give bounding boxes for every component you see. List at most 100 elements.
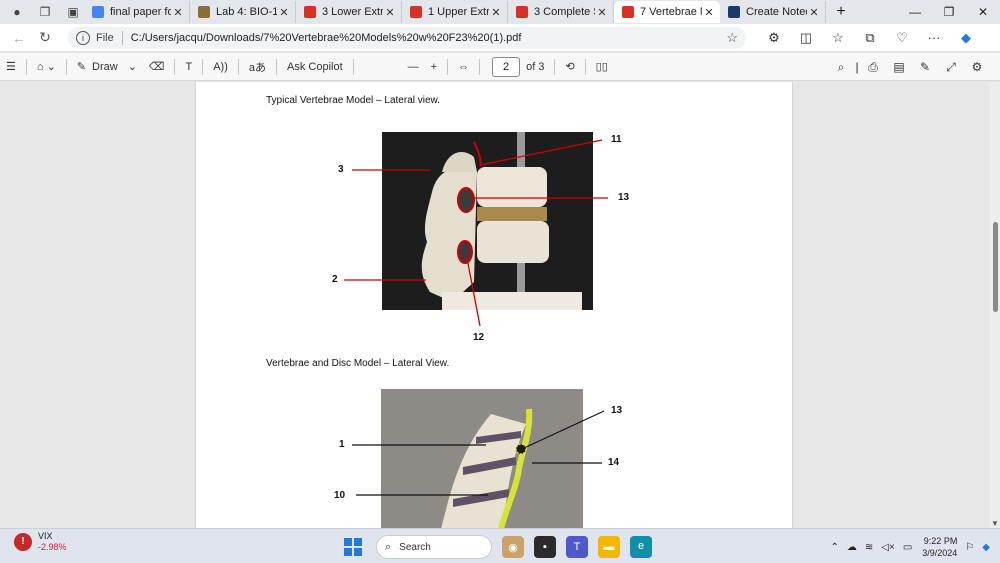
widgets-app-icon[interactable]: ◉ [502,536,524,558]
close-tab-icon[interactable]: ✕ [702,6,716,19]
figure1-label-12: 12 [473,332,485,343]
pdf-page: Typical Vertebrae Model – Lateral view. [195,82,793,528]
eraser-icon[interactable]: ⌫ [143,60,171,73]
leader-line-12 [465,252,481,327]
figure2-label-10: 10 [334,490,346,501]
print-icon[interactable]: ⎙ [860,60,886,75]
settings-icon[interactable]: ⚙ [964,60,990,74]
highlight-icon[interactable]: ⌂ ⌄ [31,60,62,73]
favorite-star-icon[interactable]: ☆ [726,30,738,46]
divider [174,58,176,75]
browser-tab[interactable]: final paper for ✕ [84,1,190,23]
minimize-icon[interactable]: — [898,0,932,24]
close-tab-icon[interactable]: ✕ [171,6,185,19]
extensions-icon[interactable]: ⚙ [758,30,790,46]
new-tab-button[interactable]: + [830,3,852,21]
back-icon[interactable]: ← [6,30,32,46]
divider [352,58,354,75]
tab-actions-icon[interactable]: ▣ [62,1,84,23]
workspaces-icon[interactable]: ❐ [34,1,56,23]
refresh-icon[interactable]: ↻ [32,29,58,46]
close-tab-icon[interactable]: ✕ [595,6,609,19]
close-tab-icon[interactable]: ✕ [489,6,503,19]
copilot-icon[interactable]: ◆ [950,30,982,46]
browser-tab[interactable]: Create Notecar✕ [720,1,826,23]
start-button[interactable] [344,538,362,556]
clock[interactable]: 9:22 PM 3/9/2024 [922,535,957,559]
stock-widget[interactable]: ! VIX -2.98% [14,531,67,553]
tab-label: final paper for [110,6,171,18]
page-number-input[interactable]: 2 [492,56,521,77]
vix-change: -2.98% [38,542,67,552]
close-tab-icon[interactable]: ✕ [807,6,821,19]
fullscreen-icon[interactable]: ⤢ [938,60,964,75]
volume-icon[interactable]: ◁× [881,542,895,553]
browser-tab[interactable]: 7 Vertebrae Mo✕ [614,1,720,23]
divider [554,58,556,75]
copilot-taskbar-icon[interactable]: ◆ [982,542,990,553]
vix-title: VIX [38,531,53,541]
find-icon[interactable]: ⌕ [828,60,854,75]
tab-label: Lab 4: BIO-167 [216,6,277,18]
save-icon[interactable]: ▤ [886,60,912,74]
close-tab-icon[interactable]: ✕ [277,6,291,19]
page-view-icon[interactable]: ▯▯ [590,60,614,73]
browser-tab[interactable]: 3 Lower Extrem✕ [296,1,402,23]
browser-essentials-icon[interactable]: ♡ [886,30,918,46]
pen-icon: ✎ [76,61,87,73]
divider [447,58,449,75]
browser-tab[interactable]: 1 Upper Extrem✕ [402,1,508,23]
wifi-icon[interactable]: ≋ [865,542,873,553]
divider [65,58,67,75]
onedrive-icon[interactable]: ☁ [847,542,857,553]
draw-label: Draw [92,60,118,73]
url-text[interactable]: C:/Users/jacqu/Downloads/7%20Vertebrae%2… [131,32,727,44]
figure1-label-11: 11 [611,134,622,145]
edge-icon[interactable]: e [630,536,652,558]
draw-button[interactable]: ✎ Draw ⌄ [71,60,143,74]
translate-icon[interactable]: aあ [243,59,272,75]
zoom-out-icon[interactable]: — [402,61,425,73]
battery-icon[interactable]: ▭ [903,542,912,553]
stock-alert-icon: ! [14,533,32,551]
taskbar-search-box[interactable]: ⌕ Search [376,535,492,559]
close-window-icon[interactable]: ✕ [966,0,1000,24]
info-icon[interactable]: i [76,30,90,45]
scrollbar-thumb[interactable] [993,222,998,312]
ask-copilot-button[interactable]: Ask Copilot [281,61,349,73]
browser-tab[interactable]: 3 Complete Sk✕ [508,1,614,23]
file-explorer-icon[interactable]: ▬ [598,536,620,558]
restore-icon[interactable]: ❐ [932,0,966,24]
more-options-icon[interactable]: ··· [918,30,950,45]
lab-icon [198,6,210,18]
tab-label: 1 Upper Extrem [428,6,489,18]
save-as-icon[interactable]: ✎ [912,60,938,74]
close-tab-icon[interactable]: ✕ [383,6,397,19]
collections-icon[interactable]: ⧉ [854,30,886,46]
text-box-icon[interactable]: T [179,61,198,73]
split-screen-icon[interactable]: ◫ [790,30,822,46]
divider [237,58,239,75]
vertical-scrollbar[interactable]: ▼ [990,82,1000,528]
favorites-icon[interactable]: ☆ [822,30,854,46]
divider [202,58,204,75]
scroll-down-icon[interactable]: ▼ [991,519,999,528]
chevron-up-icon[interactable]: ⌃ [831,542,839,553]
task-view-icon[interactable]: ▪ [534,536,556,558]
browser-tab[interactable]: Lab 4: BIO-167✕ [190,1,296,23]
divider [479,58,481,75]
rotate-icon[interactable]: ⟲ [559,60,580,73]
fit-page-icon[interactable]: ⇔ [452,61,475,73]
notifications-icon[interactable]: ⚐ [965,542,974,553]
teams-icon[interactable]: T [566,536,588,558]
zoom-in-icon[interactable]: + [425,61,443,73]
pdf-viewer[interactable]: Typical Vertebrae Model – Lateral view. [0,82,1000,528]
divider [584,58,586,75]
read-aloud-icon[interactable]: A)) [207,61,234,73]
profile-icon[interactable]: ● [6,1,28,23]
url-field[interactable]: i File C:/Users/jacqu/Downloads/7%20Vert… [68,26,746,49]
contents-icon[interactable]: ☰ [0,60,22,73]
tab-label: Create Notecar [746,6,807,18]
tab-label: 3 Lower Extrem [322,6,383,18]
divider [121,30,123,45]
